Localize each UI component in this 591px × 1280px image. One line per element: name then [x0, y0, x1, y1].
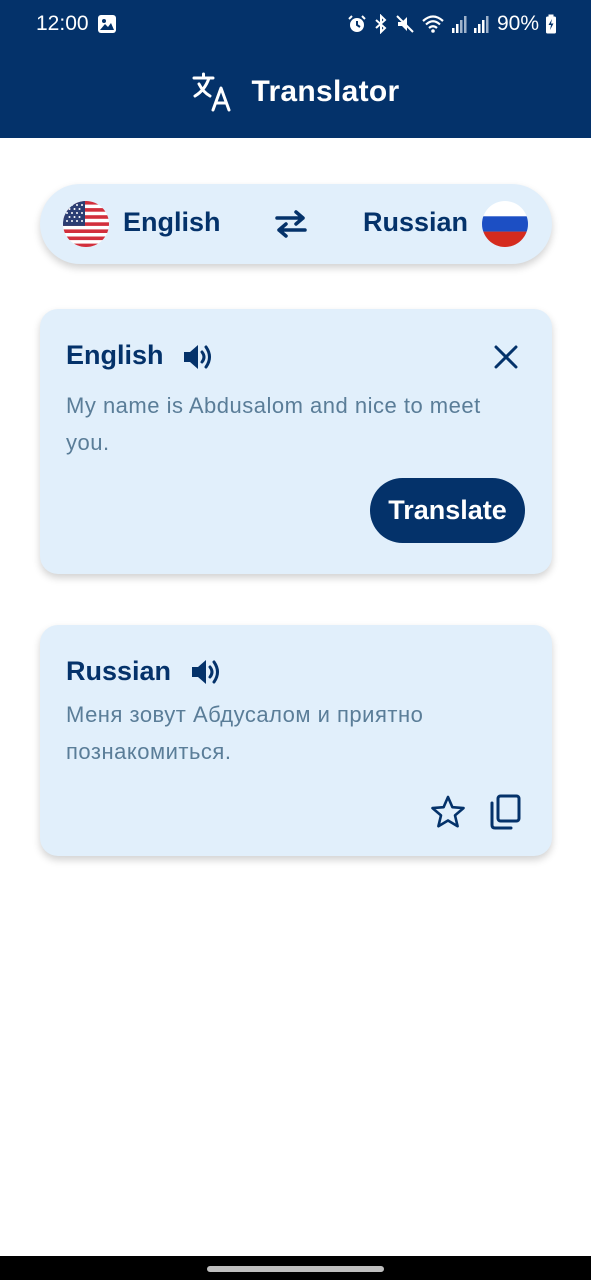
gallery-icon — [98, 15, 116, 33]
signal-icon — [473, 16, 489, 33]
app-title-row: Translator — [0, 66, 591, 118]
russia-flag-icon[interactable] — [482, 201, 528, 247]
output-card: Russian Меня зовут Абдусалом и приятно п… — [40, 625, 552, 856]
close-icon[interactable] — [492, 343, 520, 371]
target-language-button[interactable]: Russian — [363, 207, 468, 238]
status-bar: 12:00 90% — [0, 0, 591, 48]
signal-icon — [451, 16, 467, 33]
language-selector: English Russian — [40, 184, 552, 264]
status-time: 12:00 — [36, 12, 89, 35]
app-title: Translator — [251, 75, 400, 108]
input-card: English My name is Abdusalom and nice to… — [40, 309, 552, 574]
input-language-title: English — [66, 340, 164, 370]
output-language-title: Russian — [66, 656, 172, 686]
bluetooth-icon — [375, 14, 387, 34]
navigation-bar — [0, 1256, 591, 1280]
input-text[interactable]: My name is Abdusalom and nice to meet yo… — [66, 387, 522, 461]
volume-icon[interactable] — [181, 341, 215, 373]
star-outline-icon[interactable] — [430, 794, 466, 830]
app-bar: 12:00 90% Translator — [0, 0, 591, 138]
translate-button[interactable]: Translate — [370, 478, 525, 543]
battery-percentage: 90% — [496, 12, 539, 35]
volume-icon[interactable] — [189, 656, 223, 688]
alarm-icon — [348, 15, 366, 32]
wifi-icon — [422, 15, 444, 33]
status-icons: 90% — [347, 12, 557, 36]
translate-icon — [192, 72, 231, 112]
us-flag-icon[interactable] — [63, 201, 109, 247]
mute-icon — [396, 15, 414, 33]
home-gesture-handle[interactable] — [207, 1266, 384, 1272]
source-language-button[interactable]: English — [123, 207, 221, 238]
battery-charging-icon — [546, 14, 556, 34]
swap-arrows-icon[interactable] — [273, 208, 309, 240]
translated-text: Меня зовут Абдусалом и приятно познакоми… — [66, 702, 424, 764]
copy-icon[interactable] — [488, 794, 522, 830]
